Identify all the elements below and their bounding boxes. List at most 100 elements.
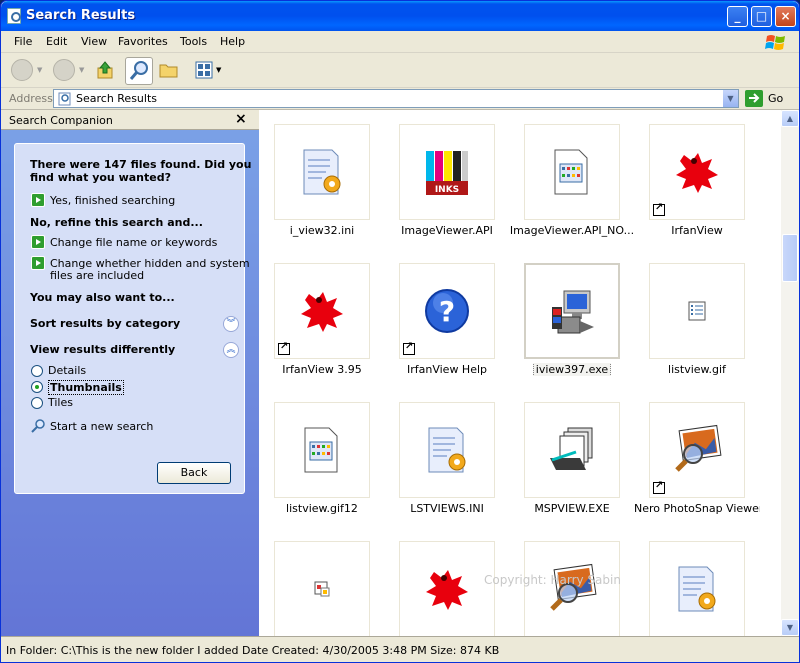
file-name-label[interactable]: IrfanView Help	[384, 363, 510, 376]
back-nav-button[interactable]	[11, 59, 33, 81]
file-name-label[interactable]: IrfanView	[634, 224, 760, 237]
forward-nav-button[interactable]	[53, 59, 75, 81]
file-name-label[interactable]: listview.gif12	[259, 502, 385, 515]
search-companion-header: Search Companion ×	[1, 110, 259, 130]
file-thumbnail[interactable]	[524, 124, 620, 220]
file-name-label[interactable]: IrfanView 3.95	[259, 363, 385, 376]
file-thumbnail[interactable]	[649, 402, 745, 498]
chevron-down-icon[interactable]: ︾	[223, 316, 239, 332]
file-name-label[interactable]: ImageViewer.API	[384, 224, 510, 237]
file-name-label[interactable]: Nero PhotoSnap Viewer	[634, 502, 760, 515]
file-thumbnail[interactable]: INKS	[399, 124, 495, 220]
title-bar[interactable]: Search Results _ □ ×	[1, 1, 799, 31]
windows-logo-icon	[765, 35, 785, 50]
search-companion-pane: Search Companion × There were 147 files …	[1, 110, 259, 636]
help-icon: ?	[423, 287, 471, 338]
search-icon	[129, 61, 148, 80]
file-thumbnail[interactable]	[649, 263, 745, 359]
file-thumbnail[interactable]	[649, 541, 745, 636]
scroll-down-icon[interactable]: ▼	[781, 619, 799, 636]
also-heading: You may also want to...	[30, 291, 175, 304]
window-title: Search Results	[26, 8, 136, 23]
search-button[interactable]	[125, 57, 153, 85]
green-arrow-icon	[31, 193, 45, 207]
scroll-up-icon[interactable]: ▲	[781, 110, 799, 127]
folders-icon[interactable]	[159, 61, 179, 79]
search-companion-title: Search Companion	[9, 114, 113, 127]
files-found-text-2: find what you wanted?	[30, 171, 171, 184]
views-dropdown-icon[interactable]: ▼	[216, 66, 221, 74]
menu-favorites[interactable]: Favorites	[118, 35, 168, 48]
file-thumbnail[interactable]	[274, 124, 370, 220]
file-name-label[interactable]: LSTVIEWS.INI	[384, 502, 510, 515]
pane-close-icon[interactable]: ×	[235, 111, 247, 127]
back-dropdown-icon[interactable]: ▼	[37, 66, 42, 74]
radio-thumbnails-label[interactable]: Thumbnails	[48, 380, 124, 395]
address-label: Address	[9, 92, 53, 105]
address-dropdown-icon[interactable]: ▼	[722, 90, 738, 107]
status-bar: In Folder: C:\This is the new folder I a…	[1, 636, 799, 662]
radio-details[interactable]	[31, 365, 43, 377]
view-differently-link[interactable]: View results differently	[30, 343, 175, 356]
file-name-label[interactable]: MSPVIEW.EXE	[509, 502, 635, 515]
address-input[interactable]: Search Results ▼	[53, 89, 739, 108]
photo-magnifier-icon	[671, 424, 723, 479]
file-name-label[interactable]: i_view32.ini	[259, 224, 385, 237]
small-image-icon	[313, 580, 331, 601]
image-file-icon	[301, 426, 343, 477]
vertical-scrollbar[interactable]: ▲ ▼	[781, 110, 799, 636]
radio-thumbnails[interactable]	[31, 381, 43, 393]
file-thumbnail[interactable]	[524, 541, 620, 636]
minimize-button[interactable]: _	[727, 6, 748, 27]
views-icon[interactable]	[195, 61, 213, 79]
radio-tiles-label[interactable]: Tiles	[48, 396, 73, 409]
file-name-label[interactable]: iview397.exe	[509, 363, 635, 376]
file-thumbnail[interactable]	[524, 263, 620, 359]
scroll-thumb[interactable]	[782, 234, 798, 282]
file-thumbnail[interactable]	[274, 541, 370, 636]
refine-heading: No, refine this search and...	[30, 216, 203, 229]
back-button[interactable]: Back	[157, 462, 231, 484]
menu-bar: File Edit View Favorites Tools Help	[1, 31, 799, 53]
menu-tools[interactable]: Tools	[180, 35, 207, 48]
up-folder-icon[interactable]	[95, 60, 115, 80]
green-arrow-icon	[31, 235, 45, 249]
radio-details-label[interactable]: Details	[48, 364, 86, 377]
yes-finished-link[interactable]: Yes, finished searching	[50, 194, 175, 207]
file-thumbnail[interactable]	[399, 402, 495, 498]
file-thumbnail[interactable]	[274, 402, 370, 498]
close-button[interactable]: ×	[775, 6, 796, 27]
go-arrow-icon[interactable]	[745, 90, 763, 107]
chevron-up-icon[interactable]: ︽	[223, 342, 239, 358]
svg-text:INKS: INKS	[435, 185, 459, 195]
installer-icon	[548, 287, 598, 340]
file-name-label[interactable]: ImageViewer.API_NO...	[509, 224, 635, 237]
svg-text:?: ?	[439, 295, 455, 328]
file-thumbnail[interactable]	[399, 541, 495, 636]
file-thumbnail[interactable]	[649, 124, 745, 220]
menu-edit[interactable]: Edit	[46, 35, 67, 48]
sort-category-link[interactable]: Sort results by category	[30, 317, 180, 330]
search-companion-card: There were 147 files found. Did you find…	[14, 143, 251, 494]
file-thumbnail[interactable]	[524, 402, 620, 498]
change-hidden-link-2[interactable]: files are included	[50, 269, 144, 282]
file-name-label[interactable]: listview.gif	[634, 363, 760, 376]
inks-icon: INKS	[422, 147, 472, 200]
search-results-icon	[7, 8, 21, 24]
shortcut-arrow-icon	[403, 341, 415, 355]
forward-dropdown-icon[interactable]: ▼	[79, 66, 84, 74]
menu-view[interactable]: View	[81, 35, 107, 48]
file-thumbnail[interactable]: ?	[399, 263, 495, 359]
go-button[interactable]: Go	[768, 92, 783, 105]
change-name-link[interactable]: Change file name or keywords	[50, 236, 217, 249]
menu-help[interactable]: Help	[220, 35, 245, 48]
menu-file[interactable]: File	[14, 35, 32, 48]
list-icon	[687, 300, 707, 325]
new-search-link[interactable]: Start a new search	[50, 420, 153, 433]
ini-icon	[423, 424, 471, 479]
file-thumbnail[interactable]	[274, 263, 370, 359]
maximize-button[interactable]: □	[751, 6, 772, 27]
radio-tiles[interactable]	[31, 397, 43, 409]
ini-icon	[673, 563, 721, 618]
address-value: Search Results	[76, 92, 158, 105]
